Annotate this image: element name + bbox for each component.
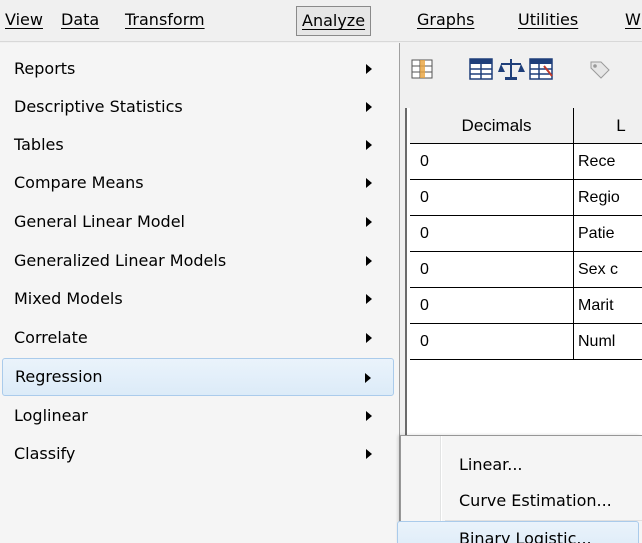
value-labels-icon[interactable]	[585, 56, 613, 82]
menu-window[interactable]: W	[625, 6, 641, 36]
menu-item-regression[interactable]: Regression	[2, 358, 394, 396]
submenu-item-label: Curve Estimation...	[459, 491, 612, 510]
submenu-arrow-icon	[366, 256, 372, 266]
menu-item-descriptive-statistics[interactable]: Descriptive Statistics	[0, 88, 398, 126]
submenu-item-label: Linear...	[459, 455, 523, 474]
menu-item-reports[interactable]: Reports	[0, 50, 398, 88]
submenu-item-label: Binary Logistic...	[459, 529, 592, 543]
cell-label-row2[interactable]: Regio	[574, 180, 642, 216]
menu-item-classify[interactable]: Classify	[0, 435, 398, 473]
cell-decimals-row3[interactable]: 0	[410, 216, 574, 252]
submenu-arrow-icon	[366, 333, 372, 343]
split-file-icon[interactable]	[467, 56, 495, 82]
menu-item-label: Mixed Models	[14, 289, 123, 308]
cell-decimals-row1[interactable]: 0	[410, 144, 574, 180]
submenu-item-linear[interactable]: Linear...	[400, 448, 642, 482]
menu-item-mixed-models[interactable]: Mixed Models	[0, 280, 398, 318]
cell-decimals-row5[interactable]: 0	[410, 288, 574, 324]
cell-label-row5[interactable]: Marit	[574, 288, 642, 324]
menu-item-loglinear[interactable]: Loglinear	[0, 397, 398, 435]
menu-view[interactable]: View	[5, 6, 43, 36]
menu-item-label: Loglinear	[14, 406, 88, 425]
menu-item-label: Reports	[14, 59, 76, 78]
menu-item-label: Compare Means	[14, 173, 144, 192]
submenu-arrow-icon	[366, 64, 372, 74]
cell-label-row3[interactable]: Patie	[574, 216, 642, 252]
cell-decimals-row4[interactable]: 0	[410, 252, 574, 288]
menu-item-compare-means[interactable]: Compare Means	[0, 164, 398, 202]
toolbar	[405, 43, 642, 101]
submenu-arrow-icon	[366, 140, 372, 150]
submenu-arrow-icon	[365, 373, 371, 383]
menu-item-label: Tables	[14, 135, 64, 154]
column-header-label[interactable]: L	[574, 108, 642, 144]
menu-item-general-linear-model[interactable]: General Linear Model	[0, 203, 398, 241]
menu-utilities[interactable]: Utilities	[518, 6, 578, 36]
weight-cases-icon[interactable]	[497, 56, 525, 82]
cell-label-row1[interactable]: Rece	[574, 144, 642, 180]
menu-item-correlate[interactable]: Correlate	[0, 319, 398, 357]
menu-bar: View Data Transform Analyze Graphs Utili…	[0, 0, 642, 42]
analyze-menu: Reports Descriptive Statistics Tables Co…	[0, 43, 400, 543]
submenu-item-curve-estimation[interactable]: Curve Estimation...	[400, 484, 642, 518]
cell-label-row4[interactable]: Sex c	[574, 252, 642, 288]
menu-item-label: Classify	[14, 444, 76, 463]
menu-item-label: Correlate	[14, 328, 88, 347]
select-cases-icon[interactable]	[527, 56, 555, 82]
cell-decimals-row2[interactable]: 0	[410, 180, 574, 216]
menu-item-label: Descriptive Statistics	[14, 97, 183, 116]
submenu-arrow-icon	[366, 178, 372, 188]
menu-data[interactable]: Data	[61, 6, 99, 36]
menu-graphs[interactable]: Graphs	[417, 6, 474, 36]
submenu-arrow-icon	[366, 411, 372, 421]
menu-item-tables[interactable]: Tables	[0, 126, 398, 164]
menu-item-generalized-linear-models[interactable]: Generalized Linear Models	[0, 242, 398, 280]
menu-item-label: General Linear Model	[14, 212, 185, 231]
column-header-decimals[interactable]: Decimals	[410, 108, 574, 144]
insert-variable-icon[interactable]	[409, 56, 437, 82]
menu-analyze[interactable]: Analyze	[296, 6, 372, 36]
cell-label-row6[interactable]: Numl	[574, 324, 642, 360]
submenu-arrow-icon	[366, 449, 372, 459]
menu-transform[interactable]: Transform	[125, 6, 205, 36]
submenu-item-binary-logistic[interactable]: Binary Logistic...	[397, 521, 639, 543]
menu-item-label: Regression	[15, 367, 103, 386]
submenu-arrow-icon	[366, 102, 372, 112]
menu-item-label: Generalized Linear Models	[14, 251, 227, 270]
cell-decimals-row6[interactable]: 0	[410, 324, 574, 360]
submenu-arrow-icon	[366, 217, 372, 227]
submenu-arrow-icon	[366, 294, 372, 304]
